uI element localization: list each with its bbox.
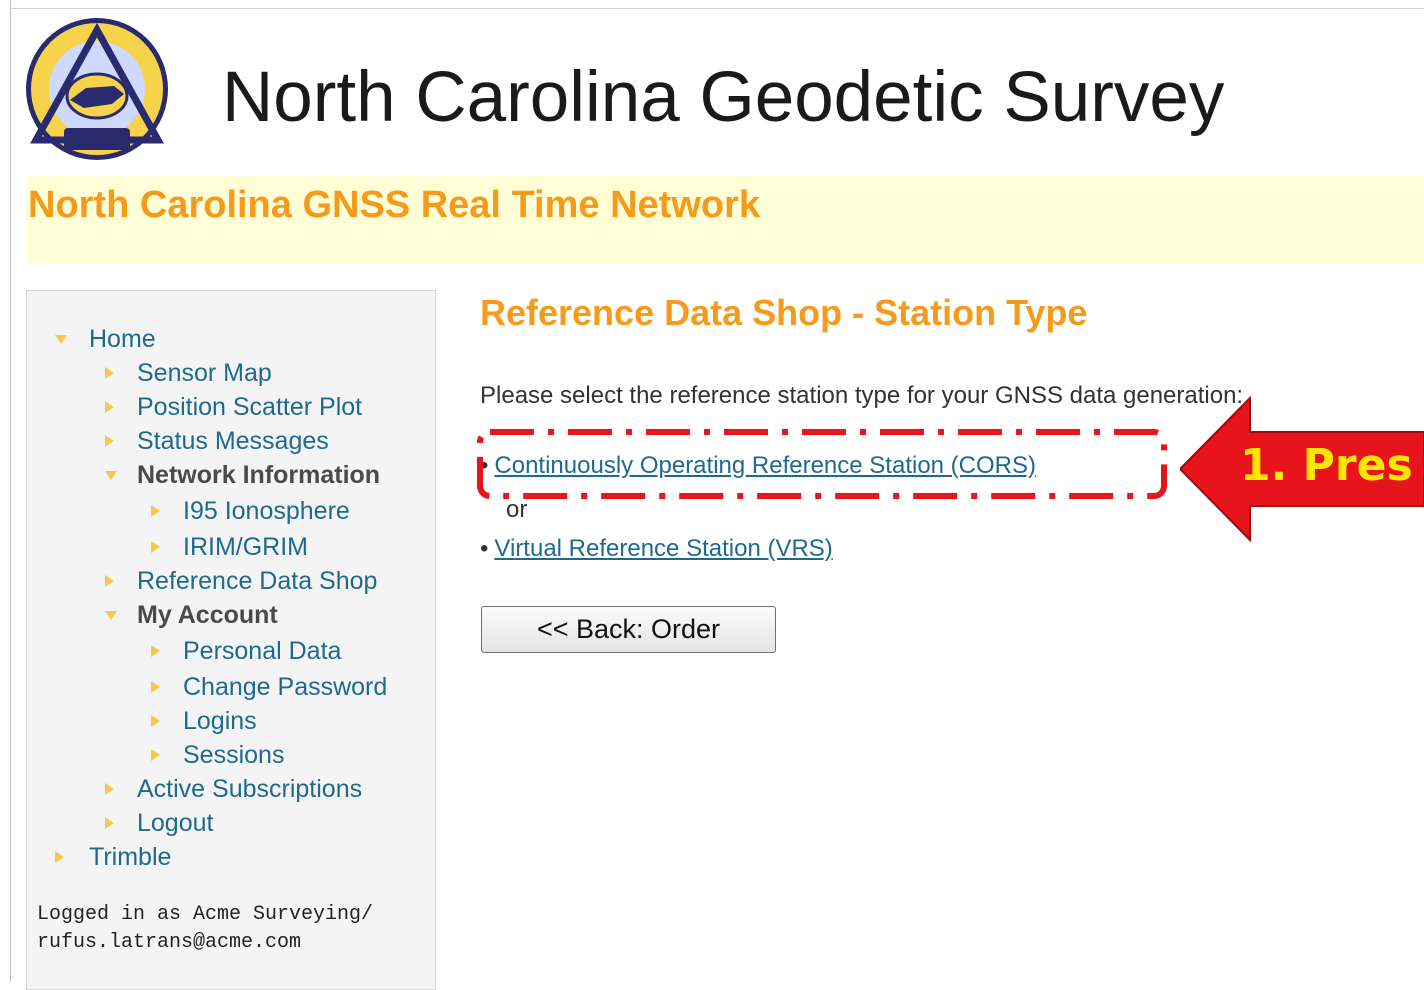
arrow-right-icon <box>105 367 114 379</box>
arrow-right-icon <box>105 435 114 447</box>
sidebar-item-label: Status Messages <box>137 427 329 455</box>
arrow-right-icon <box>151 681 160 693</box>
sidebar-item-active-subscriptions[interactable]: Active Subscriptions <box>105 774 363 804</box>
arrow-down-icon <box>105 611 117 620</box>
back-order-button[interactable]: << Back: Order <box>481 606 776 653</box>
sidebar-item-label: Network Information <box>137 461 381 489</box>
arrow-right-icon <box>55 851 64 863</box>
sidebar-item-logout[interactable]: Logout <box>105 808 214 838</box>
sidebar-item-label: Sensor Map <box>137 359 272 387</box>
arrow-right-icon <box>151 541 160 553</box>
sidebar-item-label: IRIM/GRIM <box>183 533 308 561</box>
logged-in-line-2: rufus.latrans@acme.com <box>37 931 302 954</box>
arrow-right-icon <box>105 575 114 587</box>
arrow-right-icon <box>151 715 160 727</box>
sidebar-nav: Home Sensor Map Position Scatter Plot St… <box>26 290 436 990</box>
sidebar-item-label: Personal Data <box>183 637 342 665</box>
sidebar-item-network-information[interactable]: Network Information <box>105 460 381 490</box>
page-frame-left <box>10 0 11 982</box>
sidebar-item-sessions[interactable]: Sessions <box>151 740 285 770</box>
page-frame-top <box>10 8 1424 9</box>
arrow-right-icon <box>105 817 114 829</box>
sidebar-item-personal-data[interactable]: Personal Data <box>151 636 342 666</box>
sidebar-item-label: Position Scatter Plot <box>137 393 363 421</box>
sidebar-item-label: Logout <box>137 809 214 837</box>
bullet: • <box>480 535 489 562</box>
highlight-dashed-box <box>477 429 1167 499</box>
option-vrs: • Virtual Reference Station (VRS) <box>480 535 833 563</box>
instruction-text: Please select the reference station type… <box>480 382 1244 409</box>
vrs-link[interactable]: Virtual Reference Station (VRS) <box>494 535 832 562</box>
arrow-right-icon <box>151 645 160 657</box>
logged-in-info: Logged in as Acme Surveying/ rufus.latra… <box>37 901 373 957</box>
arrow-right-icon <box>105 401 114 413</box>
sidebar-item-i95-ionosphere[interactable]: I95 Ionosphere <box>151 496 350 526</box>
sidebar-item-logins[interactable]: Logins <box>151 706 257 736</box>
sidebar-item-label: Logins <box>183 707 257 735</box>
sidebar-item-position-scatter-plot[interactable]: Position Scatter Plot <box>105 392 363 422</box>
sidebar-item-my-account[interactable]: My Account <box>105 600 278 630</box>
banner-title: North Carolina GNSS Real Time Network <box>28 184 761 226</box>
arrow-right-icon <box>151 505 160 517</box>
sidebar-item-change-password[interactable]: Change Password <box>151 672 388 702</box>
page-heading: Reference Data Shop - Station Type <box>480 292 1088 333</box>
sidebar-item-home[interactable]: Home <box>55 324 156 354</box>
sidebar-item-label: Trimble <box>89 843 172 871</box>
sidebar-item-sensor-map[interactable]: Sensor Map <box>105 358 272 388</box>
sidebar-item-reference-data-shop[interactable]: Reference Data Shop <box>105 566 378 596</box>
banner: North Carolina GNSS Real Time Network <box>26 176 1424 264</box>
sidebar-item-label: I95 Ionosphere <box>183 497 350 525</box>
site-title: North Carolina Geodetic Survey <box>222 58 1225 137</box>
sidebar-item-status-messages[interactable]: Status Messages <box>105 426 329 456</box>
sidebar-item-trimble[interactable]: Trimble <box>55 842 172 872</box>
sidebar-item-label: Change Password <box>183 673 388 701</box>
arrow-down-icon <box>105 471 117 480</box>
sidebar-item-label: My Account <box>137 601 278 629</box>
sidebar-item-label: Home <box>89 325 156 353</box>
sidebar-item-irim-grim[interactable]: IRIM/GRIM <box>151 532 308 562</box>
logged-in-line-1: Logged in as Acme Surveying/ <box>37 903 374 926</box>
or-text: or <box>506 496 528 523</box>
ncgs-seal-logo-icon <box>26 18 168 160</box>
sidebar-item-label: Reference Data Shop <box>137 567 378 595</box>
arrow-down-icon <box>55 335 67 344</box>
callout-text: 1. Pres <box>1240 440 1413 491</box>
arrow-right-icon <box>105 783 114 795</box>
sidebar-item-label: Active Subscriptions <box>137 775 363 803</box>
arrow-right-icon <box>151 749 160 761</box>
sidebar-item-label: Sessions <box>183 741 285 769</box>
